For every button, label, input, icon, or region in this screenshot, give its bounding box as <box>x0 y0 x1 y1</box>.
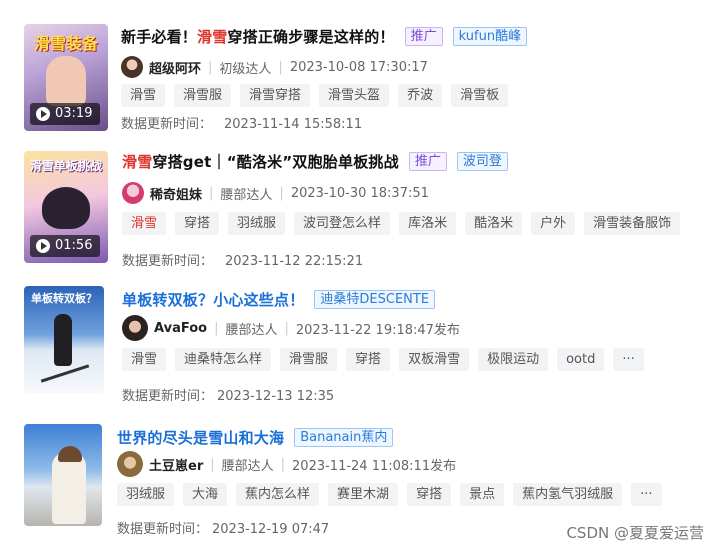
tag[interactable]: 库洛米 <box>399 212 457 235</box>
update-time: 数据更新时间： 2023-12-19 07:47 <box>117 522 330 537</box>
watermark: CSDN @夏夏爱运营 <box>566 524 704 542</box>
post-title[interactable]: 世界的尽头是雪山和大海 <box>117 427 284 448</box>
avatar[interactable] <box>121 56 143 78</box>
video-cover[interactable]: 单板转双板？ <box>24 286 104 393</box>
tag-list: 羽绒服 大海 蕉内怎么样 赛里木湖 穿搭 景点 蕉内氢气羽绒服 ··· <box>117 483 662 506</box>
author-level: 腰部达人 <box>221 458 274 474</box>
publish-date: 2023-10-08 17:30:17 <box>289 59 428 75</box>
tag[interactable]: 迪桑特怎么样 <box>175 348 272 371</box>
post-title-row: 单板转双板？小心这些点！ 迪桑特DESCENTE <box>122 287 436 311</box>
play-icon <box>36 107 50 121</box>
tag[interactable]: 景点 <box>460 483 505 506</box>
tag[interactable]: 极限运动 <box>478 348 549 371</box>
tag[interactable]: 滑雪服 <box>174 84 232 107</box>
cover-text: 滑雪单板挑战 <box>29 159 102 173</box>
tag[interactable]: 户外 <box>531 212 576 235</box>
tag[interactable]: 穿搭 <box>407 483 452 506</box>
video-cover[interactable]: 滑雪装备 03:19 <box>24 24 108 131</box>
tag[interactable]: 滑雪头盔 <box>319 84 390 107</box>
avatar[interactable] <box>117 451 143 477</box>
brand-badge[interactable]: 迪桑特DESCENTE <box>314 289 436 309</box>
brand-badge[interactable]: Bananain蕉内 <box>294 427 394 447</box>
author-row: 稀奇姐妹 | 腰部达人 | 2023-10-30 18:37:51 <box>122 181 429 205</box>
author-name[interactable]: 稀奇姐妹 <box>150 184 202 203</box>
brand-badge[interactable]: 波司登 <box>456 151 508 171</box>
publish-date: 2023-11-24 11:08:11发布 <box>292 458 457 474</box>
person-figure <box>46 56 86 106</box>
tag[interactable]: 滑雪装备服饰 <box>584 212 681 235</box>
ski-line <box>40 364 90 383</box>
publish-date: 2023-11-22 19:18:47发布 <box>295 322 460 338</box>
more-tags-button[interactable]: ··· <box>613 348 644 371</box>
tag[interactable]: 羽绒服 <box>228 212 286 235</box>
character-figure <box>42 187 90 229</box>
promo-badge: 推广 <box>404 26 443 46</box>
tag-list: 滑雪 穿搭 羽绒服 波司登怎么样 库洛米 酷洛米 户外 滑雪装备服饰 <box>122 212 681 235</box>
tag[interactable]: 滑雪服 <box>280 348 338 371</box>
tag[interactable]: 赛里木湖 <box>328 483 399 506</box>
post-title[interactable]: 单板转双板？小心这些点！ <box>122 289 304 310</box>
post-title[interactable]: 新手必看！滑雪穿搭正确步骤是这样的！ <box>121 26 395 47</box>
avatar[interactable] <box>122 182 144 204</box>
author-row: 超级阿环 | 初级达人 | 2023-10-08 17:30:17 <box>121 55 428 79</box>
post-title-row: 新手必看！滑雪穿搭正确步骤是这样的！ 推广 kufun酷峰 <box>121 24 528 48</box>
update-time: 数据更新时间： 2023-12-13 12:35 <box>122 389 335 404</box>
tag[interactable]: 大海 <box>183 483 228 506</box>
author-row: AvaFoo | 腰部达人 | 2023-11-22 19:18:47发布 <box>122 315 460 341</box>
tag[interactable]: 乔波 <box>398 84 443 107</box>
tag[interactable]: 滑雪 <box>122 348 167 371</box>
update-time: 数据更新时间： 2023-11-14 15:58:11 <box>121 117 363 132</box>
person-figure <box>52 452 86 524</box>
tag[interactable]: 滑雪板 <box>451 84 509 107</box>
skier-figure <box>54 314 72 366</box>
more-tags-button[interactable]: ··· <box>631 483 662 506</box>
tag[interactable]: 滑雪穿搭 <box>240 84 311 107</box>
avatar[interactable] <box>122 315 148 341</box>
tag[interactable]: 穿搭 <box>175 212 220 235</box>
video-duration: 03:19 <box>30 103 101 125</box>
post-title-row: 滑雪穿搭get｜“酷洛米”双胞胎单板挑战 推广 波司登 <box>122 149 508 173</box>
cover-text: 单板转双板？ <box>31 292 97 305</box>
tag[interactable]: 穿搭 <box>346 348 391 371</box>
tag[interactable]: 波司登怎么样 <box>294 212 391 235</box>
video-duration: 01:56 <box>30 235 101 257</box>
tag[interactable]: 羽绒服 <box>117 483 175 506</box>
play-icon <box>36 239 50 253</box>
author-level: 腰部达人 <box>225 322 278 338</box>
update-time: 数据更新时间： 2023-11-12 22:15:21 <box>122 254 364 269</box>
author-level: 初级达人 <box>219 61 272 77</box>
author-level: 腰部达人 <box>220 187 273 203</box>
cover-text: 滑雪装备 <box>33 34 98 53</box>
tag[interactable]: 双板滑雪 <box>399 348 470 371</box>
tag[interactable]: 蕉内怎么样 <box>236 483 320 506</box>
publish-date: 2023-10-30 18:37:51 <box>290 185 429 201</box>
brand-badge[interactable]: kufun酷峰 <box>452 26 528 46</box>
tag-list: 滑雪 滑雪服 滑雪穿搭 滑雪头盔 乔波 滑雪板 <box>121 84 509 107</box>
video-cover[interactable]: 滑雪单板挑战 01:56 <box>24 151 108 263</box>
tag[interactable]: ootd <box>557 348 605 371</box>
tag[interactable]: 酷洛米 <box>465 212 523 235</box>
author-row: 土豆崽er | 腰部达人 | 2023-11-24 11:08:11发布 <box>117 451 457 477</box>
tag[interactable]: 滑雪 <box>122 212 167 235</box>
tag[interactable]: 滑雪 <box>121 84 166 107</box>
tag[interactable]: 蕉内氢气羽绒服 <box>513 483 623 506</box>
promo-badge: 推广 <box>408 151 447 171</box>
author-name[interactable]: 土豆崽er <box>149 455 203 474</box>
tag-list: 滑雪 迪桑特怎么样 滑雪服 穿搭 双板滑雪 极限运动 ootd ··· <box>122 348 644 371</box>
post-title[interactable]: 滑雪穿搭get｜“酷洛米”双胞胎单板挑战 <box>122 151 399 172</box>
hat-shape <box>58 446 82 462</box>
post-title-row: 世界的尽头是雪山和大海 Bananain蕉内 <box>117 425 394 449</box>
image-cover[interactable] <box>24 424 102 526</box>
author-name[interactable]: 超级阿环 <box>149 58 201 77</box>
author-name[interactable]: AvaFoo <box>154 321 207 336</box>
